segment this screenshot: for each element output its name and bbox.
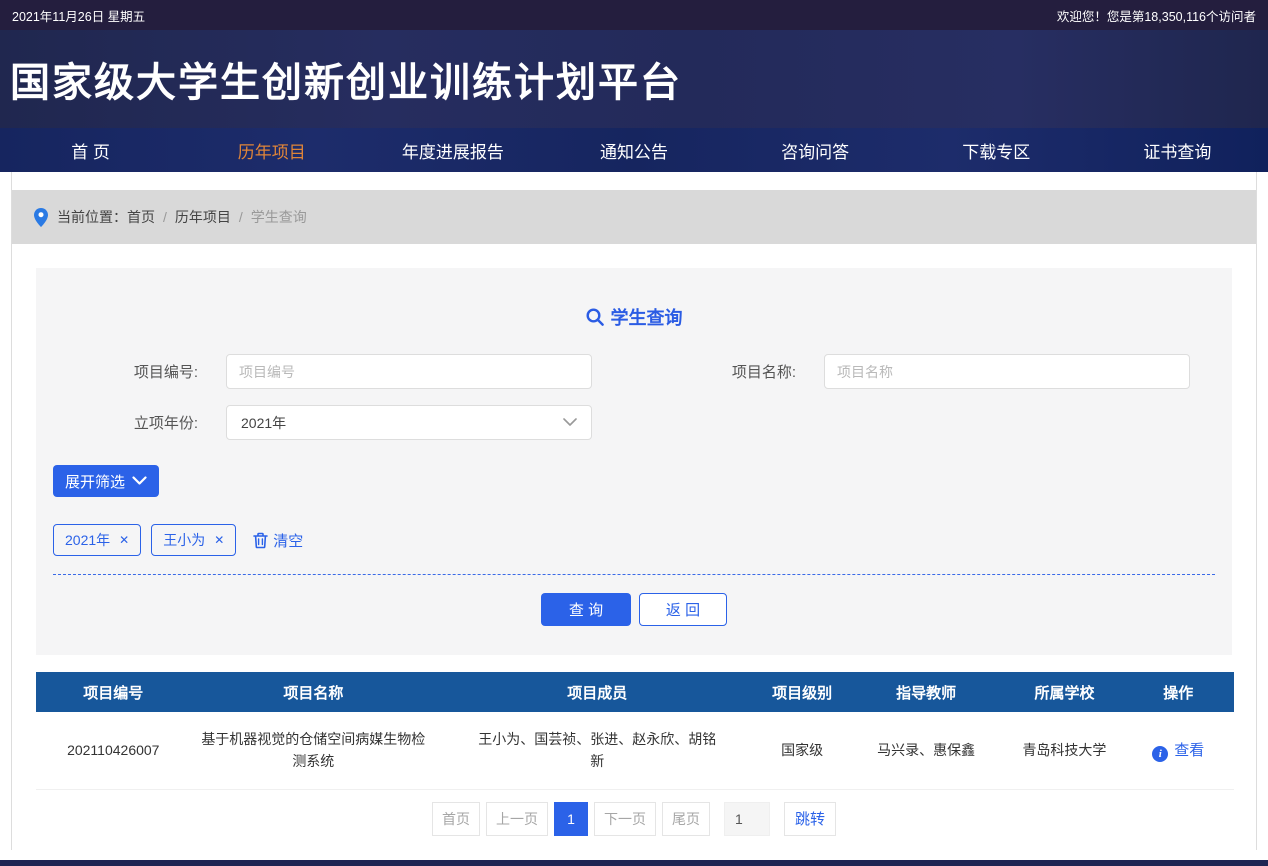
remove-tag-icon[interactable]: ✕ (119, 533, 129, 547)
page-prev-button[interactable]: 上一页 (485, 801, 548, 836)
query-button[interactable]: 查 询 (541, 593, 631, 626)
search-card: 学生查询 项目编号: 项目名称: 立项年份: 2021年 (36, 268, 1232, 655)
location-pin-icon (34, 207, 48, 227)
cell-school: 青岛科技大学 (1006, 712, 1123, 790)
nav-item-notices[interactable]: 通知公告 (543, 128, 724, 172)
year-label: 立项年份: (133, 415, 198, 432)
trash-icon (253, 532, 269, 549)
col-header-name: 项目名称 (190, 672, 437, 712)
results-table: 项目编号 项目名称 项目成员 项目级别 指导教师 所属学校 操作 2021104… (36, 672, 1234, 790)
year-select-value: 2021年 (241, 414, 287, 431)
breadcrumb-separator: / (238, 209, 243, 225)
dashed-divider (53, 574, 1215, 575)
page-jump-input[interactable] (723, 801, 770, 836)
view-link[interactable]: 查看 (1174, 742, 1204, 759)
col-header-level: 项目级别 (758, 672, 846, 712)
col-header-action: 操作 (1122, 672, 1234, 712)
table-row: 202110426007 基于机器视觉的仓储空间病媒生物检测系统 王小为、国芸祯… (36, 712, 1234, 790)
col-header-school: 所属学校 (1006, 672, 1123, 712)
info-icon: i (1152, 745, 1169, 762)
topbar-date: 2021年11月26日 星期五 (12, 9, 146, 24)
chevron-down-icon (563, 418, 577, 427)
filter-tag-label: 王小为 (163, 532, 206, 548)
site-header: 国家级大学生创新创业训练计划平台 (0, 30, 1268, 128)
nav-item-home[interactable]: 首 页 (0, 128, 181, 172)
search-icon (585, 308, 604, 326)
footer-strip (0, 859, 1268, 866)
cell-project-name: 基于机器视觉的仓储空间病媒生物检测系统 (190, 712, 437, 790)
expand-filter-button[interactable]: 展开筛选 (53, 465, 160, 497)
table-header-row: 项目编号 项目名称 项目成员 项目级别 指导教师 所属学校 操作 (36, 672, 1234, 712)
col-header-code: 项目编号 (36, 672, 191, 712)
search-title: 学生查询 (36, 304, 1232, 330)
cell-members: 王小为、国芸祯、张进、赵永欣、胡铭新 (436, 712, 759, 790)
breadcrumb-current: 学生查询 (250, 209, 307, 225)
topbar-welcome: 欢迎您！您是第18,350,116个访问者 (1056, 9, 1256, 24)
nav-item-annual-report[interactable]: 年度进展报告 (362, 128, 543, 172)
main-nav: 首 页 历年项目 年度进展报告 通知公告 咨询问答 下载专区 证书查询 (0, 128, 1268, 172)
nav-item-downloads[interactable]: 下载专区 (906, 128, 1087, 172)
back-button[interactable]: 返 回 (639, 593, 727, 626)
cell-action: i 查看 (1122, 712, 1234, 790)
filter-tags-row: 2021年 ✕ 王小为 ✕ 清空 (53, 524, 1232, 556)
year-select[interactable]: 2021年 (226, 405, 592, 440)
remove-tag-icon[interactable]: ✕ (214, 533, 224, 547)
page-jump-button[interactable]: 跳转 (783, 801, 836, 836)
topbar: 2021年11月26日 星期五 欢迎您！您是第18,350,116个访问者 (0, 0, 1268, 30)
breadcrumb-past-projects[interactable]: 历年项目 (175, 207, 231, 227)
site-title: 国家级大学生创新创业训练计划平台 (10, 61, 682, 105)
cell-level: 国家级 (758, 712, 846, 790)
page-body: 当前位置： 首页 / 历年项目 / 学生查询 学生查询 项目编号: 项目名称: (11, 172, 1257, 850)
project-name-label: 项目名称: (731, 364, 796, 381)
nav-item-past-projects[interactable]: 历年项目 (181, 128, 362, 172)
clear-filters-button[interactable]: 清空 (253, 530, 303, 551)
filter-tag-year[interactable]: 2021年 ✕ (53, 524, 142, 556)
search-title-text: 学生查询 (610, 308, 683, 328)
filter-tag-student[interactable]: 王小为 ✕ (151, 524, 237, 556)
page-first-button[interactable]: 首页 (431, 801, 480, 836)
breadcrumb-separator: / (163, 209, 167, 225)
project-code-input[interactable] (226, 354, 592, 389)
breadcrumb-home[interactable]: 首页 (127, 207, 155, 227)
clear-filters-label: 清空 (273, 532, 304, 550)
nav-item-qa[interactable]: 咨询问答 (725, 128, 906, 172)
expand-filter-label: 展开筛选 (65, 473, 126, 491)
page-last-button[interactable]: 尾页 (661, 801, 710, 836)
col-header-members: 项目成员 (436, 672, 759, 712)
project-name-input[interactable] (824, 354, 1190, 389)
nav-item-certificate[interactable]: 证书查询 (1087, 128, 1268, 172)
col-header-teachers: 指导教师 (845, 672, 1007, 712)
breadcrumb-label: 当前位置： (57, 209, 127, 225)
pagination: 首页 上一页 1 下一页 尾页 跳转 (12, 801, 1256, 836)
cell-teachers: 马兴录、惠保鑫 (845, 712, 1007, 790)
breadcrumb: 当前位置： 首页 / 历年项目 / 学生查询 (12, 190, 1256, 244)
cell-project-code: 202110426007 (36, 712, 191, 790)
chevron-down-icon (132, 476, 147, 486)
page-next-button[interactable]: 下一页 (593, 801, 656, 836)
filter-tag-label: 2021年 (65, 532, 111, 548)
project-code-label: 项目编号: (133, 364, 198, 381)
page-number-current[interactable]: 1 (553, 801, 588, 836)
